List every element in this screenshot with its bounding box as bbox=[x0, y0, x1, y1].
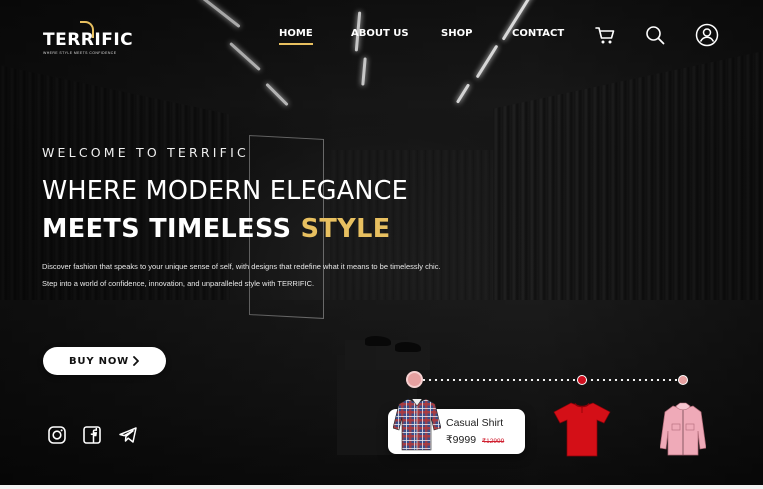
carousel-dot-3[interactable] bbox=[678, 375, 688, 385]
headline-line-1: WHERE MODERN ELEGANCE bbox=[42, 176, 408, 206]
search-icon[interactable] bbox=[643, 23, 667, 47]
carousel-dot-1[interactable] bbox=[406, 371, 423, 388]
carousel-dot-2[interactable] bbox=[577, 375, 587, 385]
instagram-icon[interactable] bbox=[47, 425, 67, 445]
nav-shop[interactable]: SHOP bbox=[441, 28, 472, 39]
chevron-right-icon bbox=[133, 356, 139, 366]
carousel-track bbox=[415, 379, 683, 381]
store-background bbox=[0, 0, 763, 489]
dark-overlay bbox=[0, 0, 763, 489]
product-old-price: ₹12999 bbox=[482, 438, 505, 445]
nav-home[interactable]: HOME bbox=[279, 28, 313, 45]
brand-tagline: WHERE STYLE MEETS CONFIDENCE bbox=[43, 51, 117, 55]
nav-contact[interactable]: CONTACT bbox=[512, 28, 564, 39]
bottom-border bbox=[0, 485, 763, 489]
brand-logo[interactable]: TERRIFIC WHERE STYLE MEETS CONFIDENCE bbox=[43, 21, 133, 56]
user-account-icon[interactable] bbox=[695, 23, 719, 47]
hero-description: Discover fashion that speaks to your uni… bbox=[42, 262, 441, 288]
buy-now-label: BUY NOW bbox=[69, 355, 129, 367]
buy-now-button[interactable]: BUY NOW bbox=[43, 347, 166, 375]
facebook-icon[interactable] bbox=[82, 425, 102, 445]
pink-jacket-image[interactable] bbox=[660, 402, 706, 458]
nav-about-us[interactable]: ABOUT US bbox=[351, 28, 409, 39]
headline-line-2: MEETS TIMELESS STYLE bbox=[42, 214, 391, 244]
cart-icon[interactable] bbox=[593, 23, 617, 47]
telegram-icon[interactable] bbox=[118, 425, 138, 445]
product-name: Casual Shirt bbox=[446, 417, 504, 429]
plaid-shirt-image[interactable] bbox=[393, 395, 441, 452]
product-price: ₹9999 bbox=[446, 434, 477, 446]
welcome-heading: WELCOME TO TERRIFIC bbox=[42, 145, 249, 160]
red-tshirt-image[interactable] bbox=[553, 400, 611, 458]
headline-accent-word: STYLE bbox=[300, 214, 391, 244]
headline-line-2-text: MEETS TIMELESS bbox=[42, 214, 301, 244]
logo-accent-mark bbox=[80, 21, 94, 38]
